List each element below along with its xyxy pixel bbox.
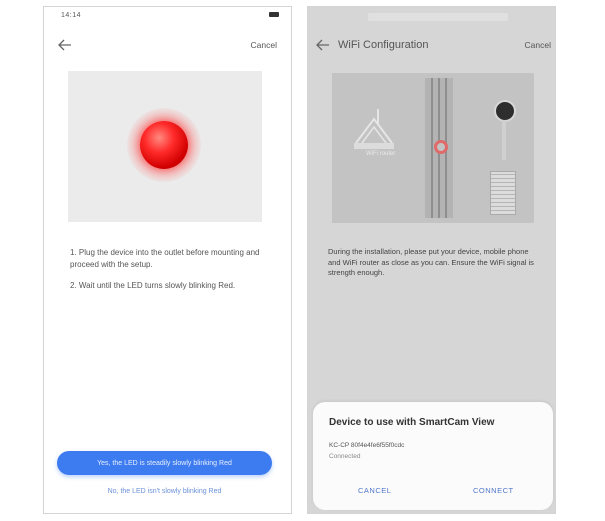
status-bar xyxy=(308,7,555,25)
led-check-screen: 14:14 Cancel 1. Plug the device into the… xyxy=(43,6,292,514)
cancel-button[interactable]: Cancel xyxy=(251,40,277,50)
back-arrow-icon[interactable] xyxy=(58,39,72,51)
led-illustration xyxy=(68,71,262,222)
dialog-title: Device to use with SmartCam View xyxy=(329,417,495,428)
device-connect-dialog: Device to use with SmartCam View KC-CP 8… xyxy=(313,402,553,510)
dialog-connect-button[interactable]: CONNECT xyxy=(473,486,514,495)
dialog-cancel-button[interactable]: CANCEL xyxy=(358,486,391,495)
wifi-configuration-screen: WiFi Configuration Cancel WiFi router Du… xyxy=(307,6,556,514)
confirm-led-blinking-button[interactable]: Yes, the LED is steadily slowly blinking… xyxy=(57,451,272,475)
wifi-router-icon xyxy=(354,109,394,149)
wall-line xyxy=(431,78,433,218)
back-arrow-icon[interactable] xyxy=(316,39,330,51)
led-not-blinking-link[interactable]: No, the LED isn't slowly blinking Red xyxy=(57,488,272,495)
doorbell-device-icon xyxy=(490,171,516,215)
page-title: WiFi Configuration xyxy=(338,39,429,51)
setup-instructions: 1. Plug the device into the outlet befor… xyxy=(70,247,270,302)
instruction-step-2: 2. Wait until the LED turns slowly blink… xyxy=(70,281,236,290)
cancel-button[interactable]: Cancel xyxy=(525,40,551,50)
wall-signal-marker-icon xyxy=(434,140,448,154)
device-status: Connected xyxy=(329,453,361,460)
status-time: 14:14 xyxy=(61,12,82,19)
placement-illustration: WiFi router xyxy=(332,73,534,223)
camera-mount xyxy=(502,120,506,160)
battery-icon xyxy=(269,12,279,17)
notification-bar xyxy=(368,13,508,21)
camera-icon xyxy=(494,100,516,122)
red-led-icon xyxy=(140,121,188,169)
status-bar: 14:14 xyxy=(44,7,291,25)
nav-bar: WiFi Configuration Cancel xyxy=(308,37,555,57)
placement-tip: During the installation, please put your… xyxy=(328,247,534,277)
router-label: WiFi router xyxy=(366,151,396,157)
device-name[interactable]: KC-CP 80f4e4fe6f55f0cdc xyxy=(329,442,404,449)
status-icons xyxy=(269,12,279,17)
instruction-step-1: 1. Plug the device into the outlet befor… xyxy=(70,248,260,269)
nav-bar: Cancel xyxy=(44,37,291,57)
